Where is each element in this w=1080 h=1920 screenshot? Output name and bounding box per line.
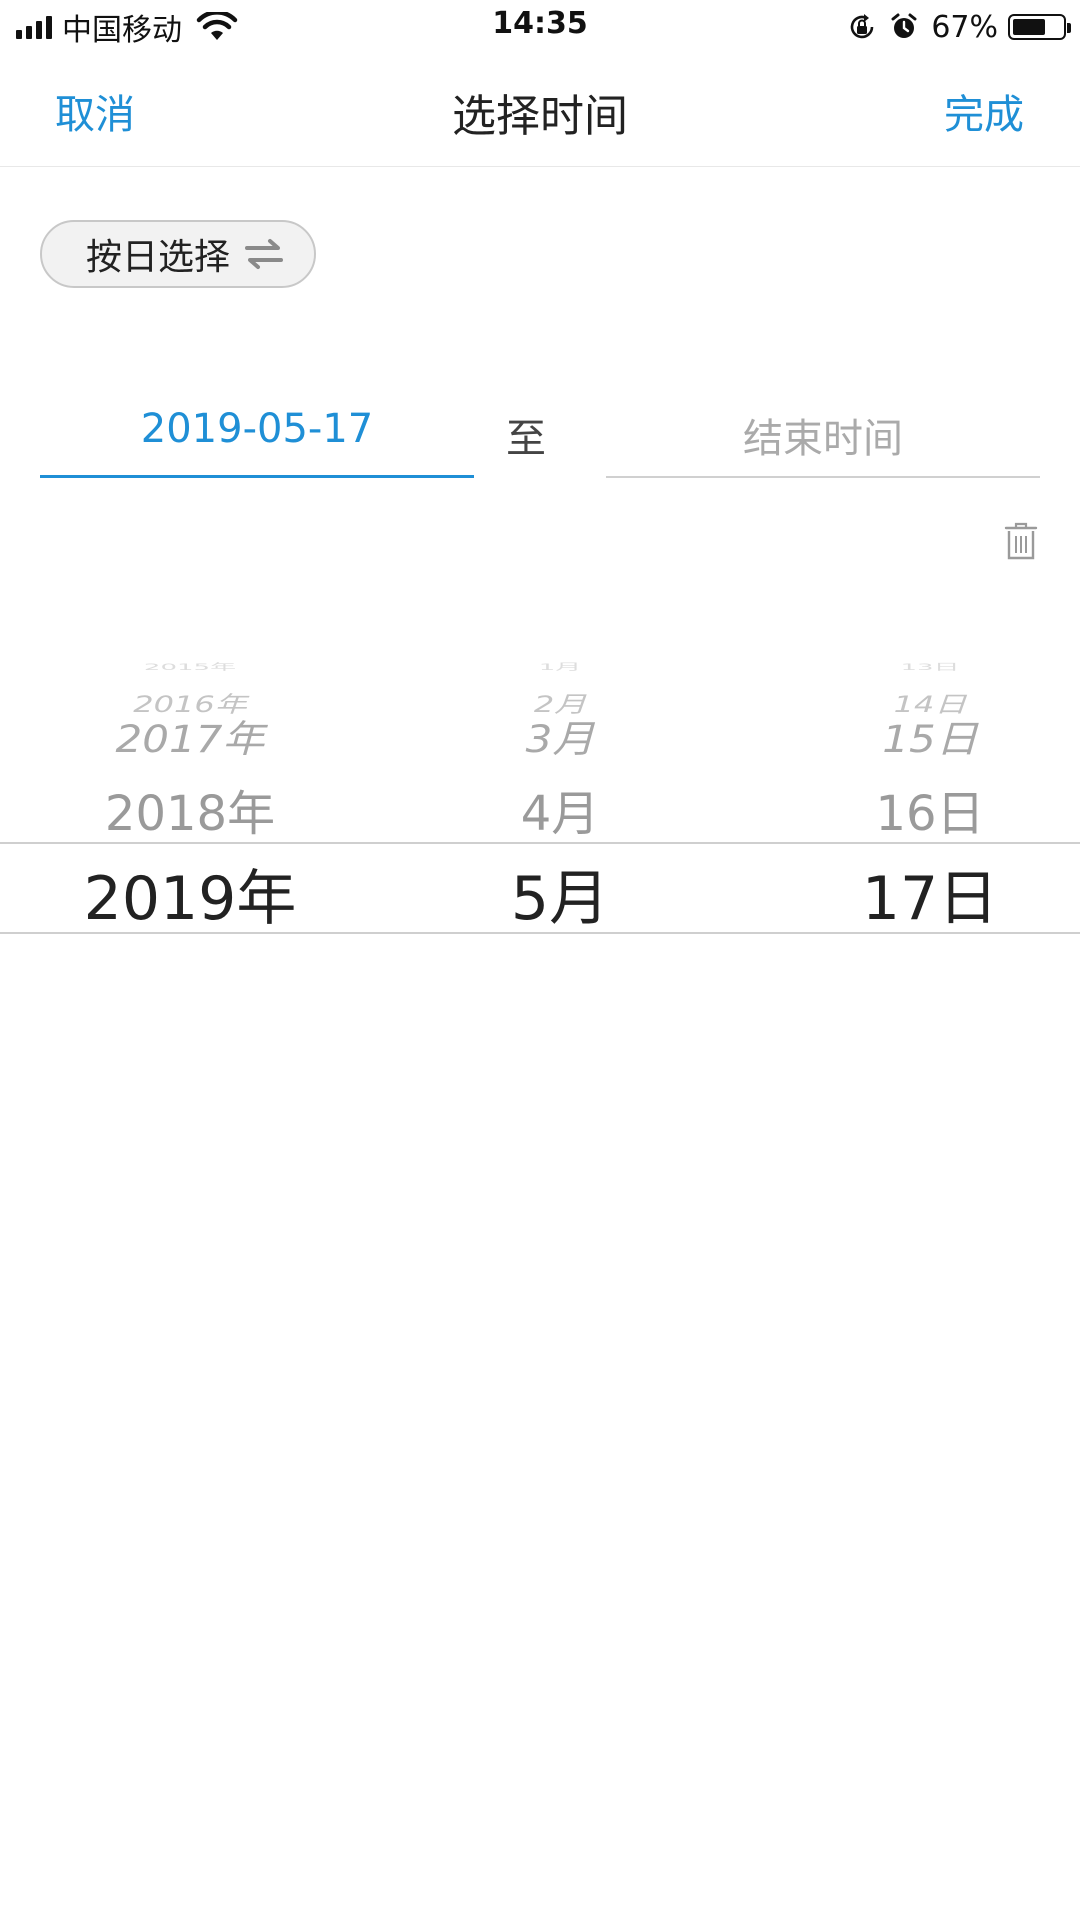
year-selected[interactable]: 2019年 [60,850,320,937]
start-date-field[interactable]: 2019-05-17 [40,398,474,478]
battery-percent: 67% [931,9,998,45]
status-right: 67% [847,8,1071,46]
battery-icon [1008,14,1071,40]
year-wheel[interactable]: 2015年 2016年 2017年 2018年 2019年 [60,640,320,940]
trash-icon[interactable] [1004,522,1038,560]
battery-fill [1013,19,1046,35]
year-option[interactable]: 2018年 [60,774,320,844]
day-selected[interactable]: 17日 [840,850,1020,937]
month-option[interactable]: 3月 [480,709,640,764]
month-option[interactable]: 4月 [480,774,640,844]
date-picker[interactable]: 2015年 2016年 2017年 2018年 2019年 1月 2月 3月 4… [0,640,1080,940]
range-separator: 至 [506,416,546,462]
year-option[interactable]: 2015年 [60,660,320,673]
end-date-field[interactable]: 结束时间 [606,398,1040,478]
mode-toggle-label: 按日选择 [86,237,231,278]
status-bar: 中国移动 14:35 67% [0,0,1080,54]
day-option[interactable]: 13日 [840,660,1020,673]
mode-toggle-button[interactable]: 按日选择 [40,220,316,288]
month-selected[interactable]: 5月 [480,850,640,937]
month-wheel[interactable]: 1月 2月 3月 4月 5月 [480,640,640,940]
day-option[interactable]: 16日 [840,774,1020,844]
rotation-lock-icon [851,14,874,39]
month-option[interactable]: 1月 [480,660,640,673]
done-button[interactable]: 完成 [944,82,1024,140]
nav-bar: 取消 选择时间 完成 [0,54,1080,167]
page-title: 选择时间 [452,91,628,142]
day-option[interactable]: 15日 [840,709,1020,764]
alarm-icon [891,13,917,38]
swap-icon [245,239,284,269]
day-wheel[interactable]: 13日 14日 15日 16日 17日 [840,640,1020,940]
year-option[interactable]: 2017年 [60,709,320,764]
